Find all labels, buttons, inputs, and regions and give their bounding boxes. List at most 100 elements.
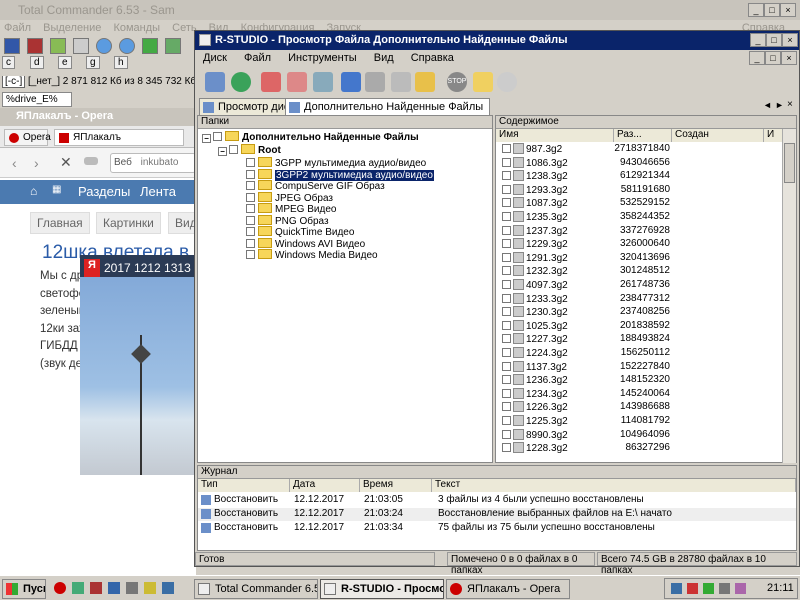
file-checkbox[interactable]	[502, 388, 511, 398]
column-modified[interactable]: И	[764, 129, 784, 142]
rs-menu-help[interactable]: Справка	[411, 52, 454, 64]
file-checkbox[interactable]	[502, 307, 511, 317]
rs-menu-tools[interactable]: Инструменты	[288, 52, 357, 64]
drive-select[interactable]: [-c-]	[2, 76, 26, 88]
drive-g-button[interactable]: g	[86, 56, 100, 69]
tree-item[interactable]: MPEG Видео	[246, 203, 336, 215]
subtab-main[interactable]: Главная	[30, 212, 90, 234]
file-checkbox[interactable]	[502, 280, 511, 289]
collapse-icon[interactable]: −	[202, 134, 211, 143]
grid-icon[interactable]	[73, 38, 90, 54]
tree-checkbox[interactable]	[229, 145, 238, 154]
file-row[interactable]: 1237.3g2 337276928	[496, 224, 778, 238]
tree-item[interactable]: Windows Media Видео	[246, 249, 378, 261]
forward-arrow-icon[interactable]: ›	[34, 155, 39, 171]
tree-checkbox[interactable]	[246, 238, 255, 248]
opera-tab-yaplakal[interactable]: ЯПлакалъ	[54, 129, 184, 146]
file-row[interactable]: 1291.3g2 320413696	[496, 251, 778, 265]
file-checkbox[interactable]	[502, 375, 511, 385]
tree-item[interactable]: JPEG Образ	[246, 191, 333, 204]
rs-minimize-button[interactable]: _	[750, 33, 766, 47]
file-row[interactable]: 1293.3g2 581191680	[496, 183, 778, 197]
file-row[interactable]: 1224.3g2 156250112	[496, 347, 778, 360]
scrollbar-thumb[interactable]	[784, 143, 795, 183]
drive-e-button[interactable]: e	[58, 56, 72, 69]
log-row[interactable]: Восстановить 12.12.2017 21:03:24 Восстановл…	[198, 508, 796, 521]
file-checkbox[interactable]	[502, 144, 511, 153]
article-video-frame[interactable]: Я 2017 1212 1313	[80, 255, 196, 475]
collapse-icon[interactable]: −	[218, 147, 227, 156]
file-row[interactable]: 1238.3g2 612921344	[496, 170, 778, 183]
tc-minimize-button[interactable]: _	[748, 3, 764, 17]
file-checkbox[interactable]	[502, 429, 511, 439]
rs-doc-minimize-button[interactable]: _	[749, 51, 765, 65]
forward-icon[interactable]	[119, 38, 136, 54]
log-column-time[interactable]: Время	[360, 479, 432, 492]
file-row[interactable]: 1234.3g2 145240064	[496, 387, 778, 401]
refresh-icon[interactable]	[231, 72, 251, 92]
quicklaunch-icon[interactable]	[90, 582, 102, 594]
file-checkbox[interactable]	[502, 416, 511, 425]
find-icon[interactable]	[313, 72, 333, 92]
file-checkbox[interactable]	[502, 252, 511, 262]
tree-item[interactable]: Windows AVI Видео	[246, 237, 365, 250]
file-row[interactable]: 1232.3g2 301248512	[496, 265, 778, 278]
compare-icon[interactable]	[165, 38, 182, 54]
start-button[interactable]: Пуск	[2, 579, 46, 599]
stop-icon[interactable]: STOP	[447, 72, 467, 92]
file-row[interactable]: 1025.3g2 201838592	[496, 319, 778, 333]
log-row[interactable]: Восстановить 12.12.2017 21:03:34 75 файлы и…	[198, 522, 796, 535]
file-row[interactable]: 1086.3g2 943046656	[496, 156, 778, 170]
tree-checkbox[interactable]	[246, 227, 255, 236]
tree-item[interactable]: PNG Образ	[246, 214, 329, 227]
tree-item[interactable]: QuickTime Видео	[246, 226, 354, 238]
quicklaunch-icon[interactable]	[126, 582, 138, 594]
preview-icon[interactable]	[497, 72, 517, 92]
file-row[interactable]: 1137.3g2 152227840	[496, 360, 778, 374]
file-row[interactable]: 1229.3g2 326000640	[496, 238, 778, 251]
speaker-icon[interactable]	[719, 583, 730, 594]
tree-checkbox[interactable]	[246, 181, 255, 190]
file-row[interactable]: 4097.3g2 261748736	[496, 279, 778, 292]
file-checkbox[interactable]	[502, 293, 511, 303]
file-row[interactable]: 1230.3g2 237408256	[496, 306, 778, 319]
sync-icon[interactable]	[142, 38, 159, 54]
file-row[interactable]: 1226.3g2 143986688	[496, 401, 778, 414]
tc-menu-select[interactable]: Выделение	[43, 22, 101, 34]
file-checkbox[interactable]	[502, 348, 511, 357]
tab-prev-icon[interactable]: ◄	[763, 100, 772, 110]
file-row[interactable]: 1087.3g2 532529152	[496, 197, 778, 210]
tray-icon[interactable]	[671, 583, 682, 594]
tc-app-icon[interactable]	[4, 38, 20, 54]
column-size[interactable]: Раз...	[614, 129, 672, 142]
tc-maximize-button[interactable]: □	[764, 3, 780, 17]
tc-menu-commands[interactable]: Команды	[113, 22, 160, 34]
home-icon[interactable]: ⌂	[30, 184, 37, 198]
file-checkbox[interactable]	[502, 402, 511, 412]
quicklaunch-icon[interactable]	[108, 582, 120, 594]
tree-checkbox[interactable]	[246, 204, 255, 213]
file-checkbox[interactable]	[502, 334, 511, 344]
rs-menu-disk[interactable]: Диск	[203, 52, 227, 64]
log-column-date[interactable]: Дата	[290, 479, 360, 492]
tab-next-icon[interactable]: ►	[775, 100, 784, 110]
address-bar[interactable]: Веб inkubato	[110, 153, 196, 173]
file-checkbox[interactable]	[502, 171, 511, 181]
archive-icon[interactable]	[27, 38, 44, 54]
mask-icon[interactable]	[341, 72, 361, 92]
tree-root-sub-row[interactable]: − Root	[218, 144, 281, 156]
back-arrow-icon[interactable]: ‹	[12, 155, 17, 171]
file-row[interactable]: 8990.3g2 104964096	[496, 428, 778, 442]
quicklaunch-icon[interactable]	[162, 582, 174, 594]
file-checkbox[interactable]	[502, 443, 511, 453]
tray-icon[interactable]	[703, 583, 714, 594]
file-row[interactable]: 1225.3g2 114081792	[496, 415, 778, 428]
sign-icon[interactable]	[415, 72, 435, 92]
opera-tab-menu[interactable]: Opera	[4, 129, 51, 146]
tree-checkbox[interactable]	[213, 132, 222, 141]
sort-icon[interactable]	[391, 72, 411, 92]
quicklaunch-icon[interactable]	[72, 582, 84, 594]
pack-icon[interactable]	[50, 38, 67, 54]
opera-quicklaunch-icon[interactable]	[54, 582, 66, 594]
log-column-type[interactable]: Тип	[198, 479, 290, 492]
